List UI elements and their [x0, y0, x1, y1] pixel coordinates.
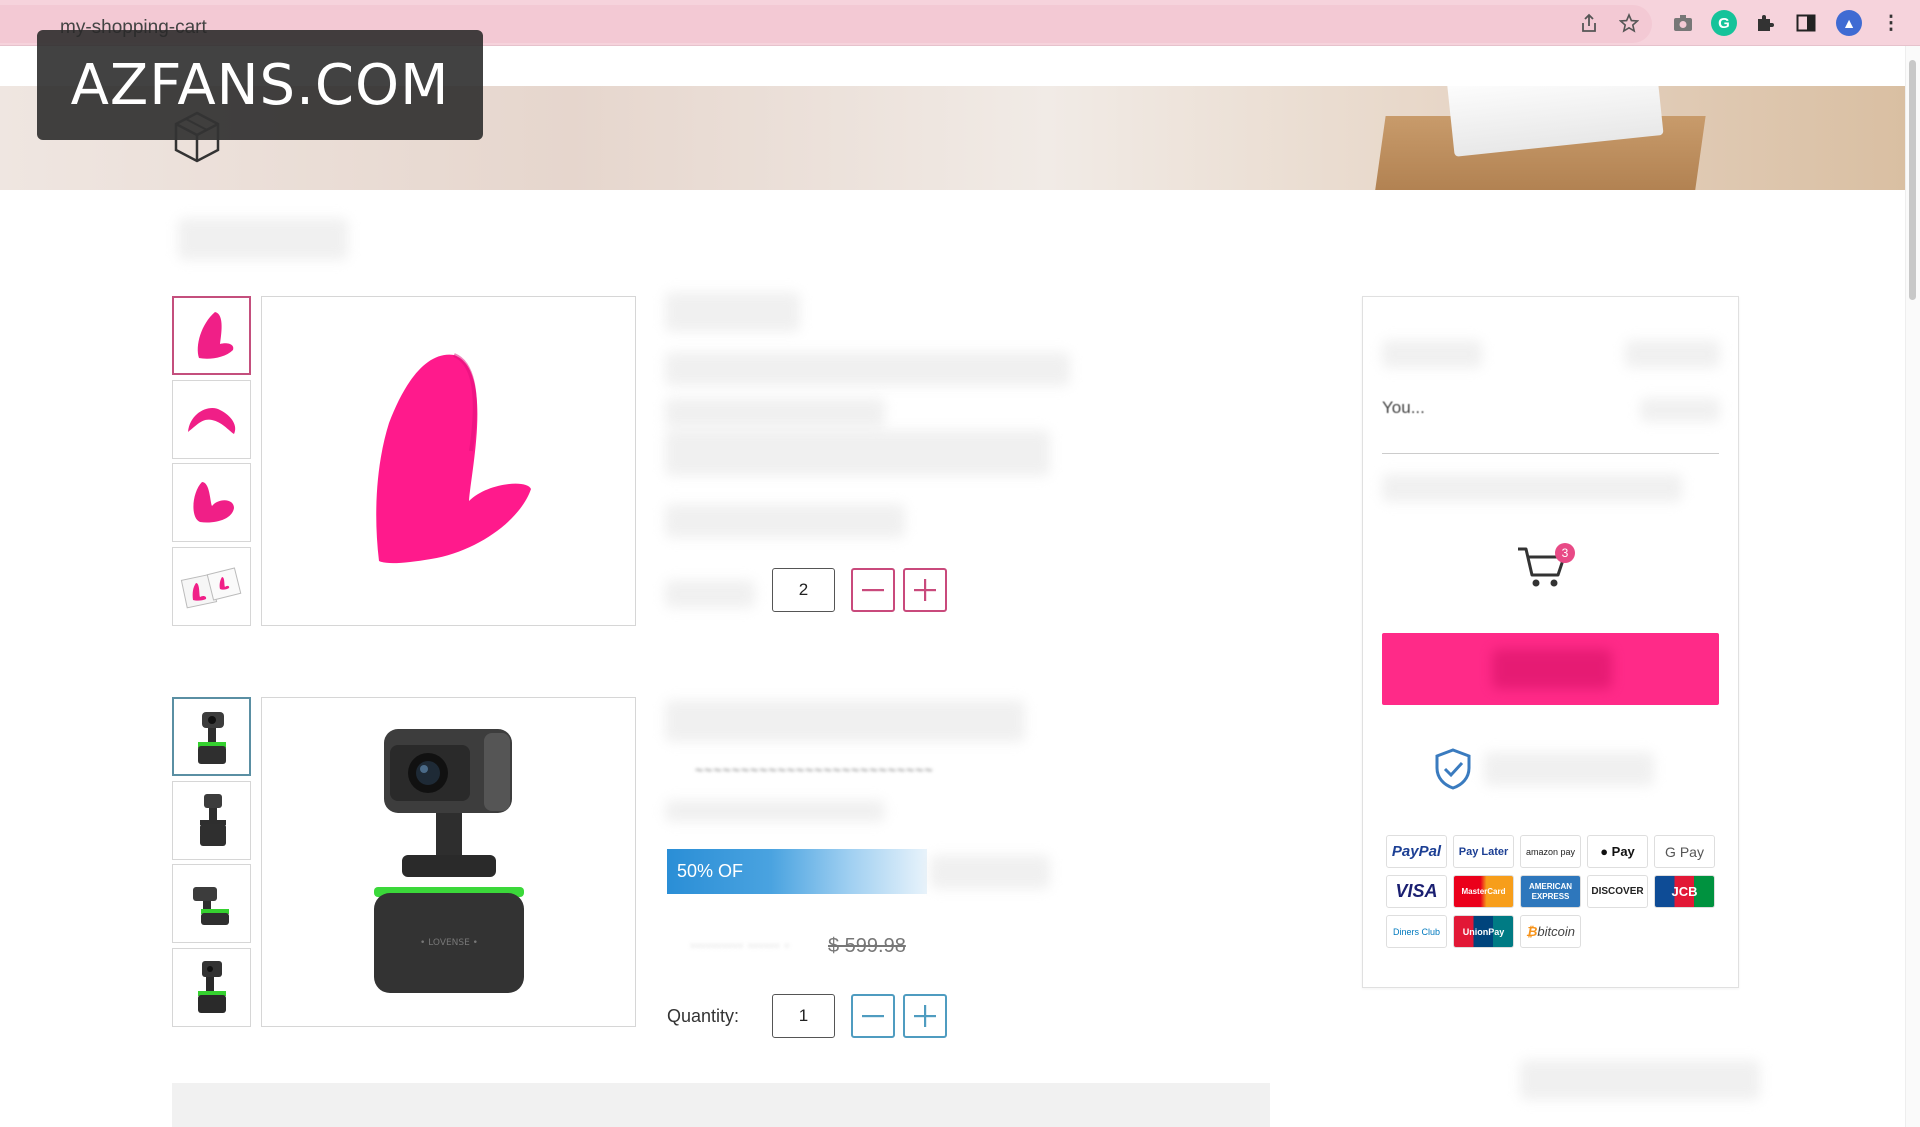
bitcoin-text: bitcoin [1537, 924, 1575, 939]
watermark: AZFANS.COM [37, 30, 483, 140]
product-2-description: ~~~~~~~~~~~~~~~~~~~~~~~~~~ [695, 762, 934, 778]
sidebar-icon[interactable] [1793, 10, 1819, 36]
scrollbar-thumb[interactable] [1909, 60, 1916, 300]
checkout-button-label [1492, 649, 1612, 689]
unionpay-logo: UnionPay [1453, 915, 1514, 948]
product-2-old-price: $ 599.98 [828, 935, 906, 957]
thumbnail-5[interactable] [172, 697, 251, 776]
product-2-quantity-label: Quantity: [667, 1006, 740, 1026]
bitcoin-icon: ₿ [1526, 924, 1538, 939]
product-1-price [665, 504, 905, 538]
product-2-badge-extra [930, 855, 1050, 889]
summary-subtotal-label [1382, 340, 1482, 368]
product-1-decrease-button[interactable] [851, 568, 895, 612]
share-icon[interactable] [1576, 10, 1602, 36]
paypal-pay-later-logo: Pay Later [1453, 835, 1514, 868]
bitcoin-logo: ₿ bitcoin [1520, 915, 1581, 948]
apple-pay-logo: ● Pay [1587, 835, 1648, 868]
box-logo-icon[interactable] [172, 110, 222, 164]
product-image-webcam[interactable]: • LOVENSE • [261, 697, 636, 1027]
profile-avatar[interactable]: ▲ [1836, 10, 1862, 36]
svg-text:• LOVENSE •: • LOVENSE • [420, 938, 478, 948]
kebab-menu-icon[interactable]: ⋮ [1878, 10, 1904, 36]
discount-badge: 50% OF [667, 849, 927, 894]
thumbnail-8[interactable] [172, 948, 251, 1027]
summary-subtotal-value [1625, 340, 1720, 368]
product-1-increase-button[interactable] [903, 568, 947, 612]
apple-icon: ● [1600, 844, 1612, 859]
footer-widget [1520, 1060, 1760, 1100]
thumbnail-7[interactable] [172, 864, 251, 943]
amex-logo: AMERICAN EXPRESS [1520, 875, 1581, 908]
product-1-badge [665, 430, 1050, 476]
apple-pay-text: Pay [1611, 844, 1635, 859]
summary-savings-label: You... [1382, 398, 1425, 417]
star-icon[interactable] [1616, 10, 1642, 36]
paypal-logo: PayPal [1386, 835, 1447, 868]
recommendations-section [172, 1083, 1270, 1127]
puzzle-icon[interactable] [1752, 10, 1778, 36]
secure-checkout-text [1484, 752, 1654, 786]
thumbnail-3[interactable] [172, 463, 251, 542]
jcb-logo: JCB [1654, 875, 1715, 908]
product-2-detail [665, 800, 885, 822]
discover-logo: DISCOVER [1587, 875, 1648, 908]
google-pay-logo: G Pay [1654, 835, 1715, 868]
thumbnail-2[interactable] [172, 380, 251, 459]
product-2-price-label: ·········· ······ · [690, 937, 790, 954]
visa-logo: VISA [1386, 875, 1447, 908]
product-2-quantity-input[interactable]: 1 [772, 994, 835, 1038]
product-1-quantity-input[interactable]: 2 [772, 568, 835, 612]
product-2-increase-button[interactable] [903, 994, 947, 1038]
product-1-title [665, 292, 800, 332]
camera-icon[interactable] [1670, 10, 1696, 36]
diners-club-logo: Diners Club [1386, 915, 1447, 948]
thumbnail-1[interactable] [172, 296, 251, 375]
product-2-title [665, 700, 1025, 742]
breadcrumb[interactable] [178, 218, 348, 260]
product-2-decrease-button[interactable] [851, 994, 895, 1038]
cart-count-badge: 3 [1555, 543, 1575, 563]
product-1-qty-label [665, 580, 755, 608]
summary-divider [1382, 453, 1719, 454]
checkout-button[interactable] [1382, 633, 1719, 705]
shield-icon [1434, 748, 1472, 790]
product-1-subtitle [665, 352, 1070, 386]
mastercard-logo: MasterCard [1453, 875, 1514, 908]
amazon-pay-logo: amazon pay [1520, 835, 1581, 868]
product-image[interactable] [261, 296, 636, 626]
summary-total [1382, 474, 1682, 502]
thumbnail-6[interactable] [172, 781, 251, 860]
grammarly-icon[interactable]: G [1711, 10, 1737, 36]
product-1-detail [665, 398, 885, 428]
thumbnail-4[interactable] [172, 547, 251, 626]
summary-savings-value [1640, 398, 1720, 422]
